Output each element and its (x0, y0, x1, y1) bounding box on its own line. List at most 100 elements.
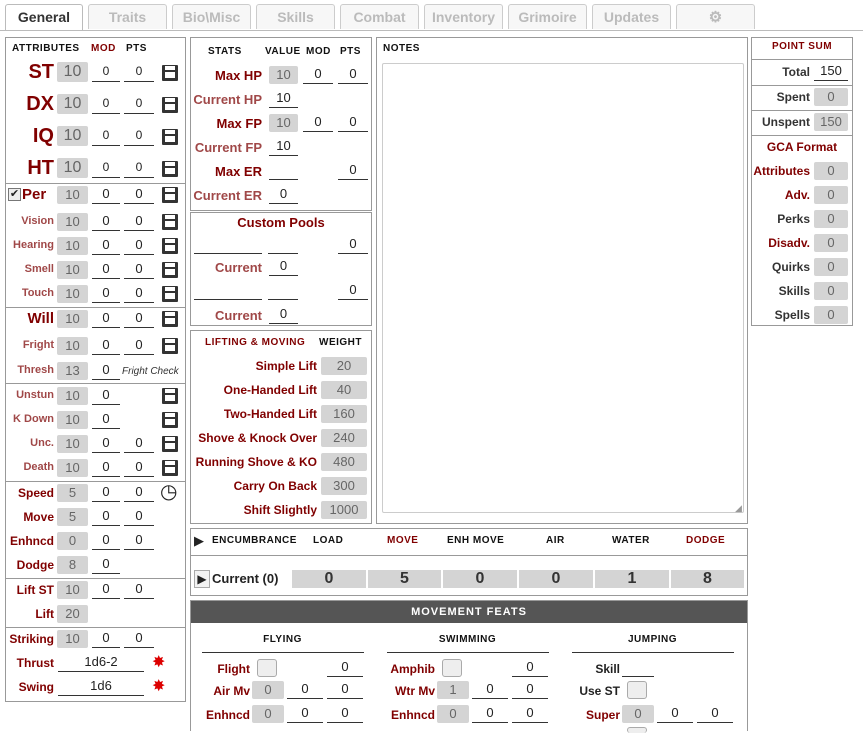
air-mv-mod[interactable]: 0 (287, 681, 323, 699)
tab-combat[interactable]: Combat (340, 4, 419, 29)
pool2-value[interactable] (268, 284, 298, 300)
roll-dice-icon[interactable] (162, 311, 178, 327)
iq-mod[interactable]: 0 (92, 128, 120, 146)
pool1-pts[interactable]: 0 (338, 236, 368, 254)
maxer-pts[interactable]: 0 (338, 162, 368, 180)
speed-mod[interactable]: 0 (92, 484, 120, 502)
wtr-mv-mod[interactable]: 0 (472, 681, 508, 699)
tab-general[interactable]: General (5, 4, 83, 31)
curfp-value[interactable]: 10 (269, 138, 298, 156)
fly-enhncd-pts[interactable]: 0 (327, 705, 363, 723)
speed-pts[interactable]: 0 (124, 484, 154, 502)
roll-dice-icon[interactable] (162, 187, 178, 203)
liftst-pts[interactable]: 0 (124, 581, 154, 599)
maxhp-pts[interactable]: 0 (338, 66, 368, 84)
vision-pts[interactable]: 0 (124, 213, 154, 231)
will-mod[interactable]: 0 (92, 310, 120, 328)
roll-dice-icon[interactable] (162, 65, 178, 81)
dodge-mod[interactable]: 0 (92, 556, 120, 574)
play-arrow-icon[interactable]: ▶ (194, 570, 210, 588)
dx-mod[interactable]: 0 (92, 96, 120, 114)
vision-mod[interactable]: 0 (92, 213, 120, 231)
pool2-current[interactable]: 0 (269, 306, 298, 324)
kdown-mod[interactable]: 0 (92, 411, 120, 429)
striking-mod[interactable]: 0 (92, 630, 120, 648)
dx-pts[interactable]: 0 (124, 96, 154, 114)
super-jump-pts[interactable]: 0 (697, 705, 733, 723)
enhncd-pts[interactable]: 0 (124, 532, 154, 550)
damage-burst-icon[interactable]: ✸ (152, 655, 168, 671)
enhncd-mod[interactable]: 0 (92, 532, 120, 550)
resize-handle-icon[interactable]: ◢ (735, 503, 742, 514)
expand-arrow-icon[interactable]: ▶ (194, 533, 204, 549)
roll-dice-icon[interactable] (162, 388, 178, 404)
hearing-mod[interactable]: 0 (92, 237, 120, 255)
use-st-toggle[interactable] (627, 681, 647, 699)
tab-updates[interactable]: Updates (592, 4, 671, 29)
tab-skills[interactable]: Skills (256, 4, 335, 29)
ht-mod[interactable]: 0 (92, 160, 120, 178)
tab-grimoire[interactable]: Grimoire (508, 4, 587, 29)
iq-pts[interactable]: 0 (124, 128, 154, 146)
roll-dice-icon[interactable] (162, 436, 178, 452)
roll-dice-icon[interactable] (162, 412, 178, 428)
amphib-pts[interactable]: 0 (512, 659, 548, 677)
roll-dice-icon[interactable] (162, 214, 178, 230)
flight-pts[interactable]: 0 (327, 659, 363, 677)
super-jump-mod[interactable]: 0 (657, 705, 693, 723)
st-mod[interactable]: 0 (92, 64, 120, 82)
wtr-mv-pts[interactable]: 0 (512, 681, 548, 699)
touch-mod[interactable]: 0 (92, 285, 120, 303)
pool1-name[interactable] (194, 238, 262, 254)
pool2-pts[interactable]: 0 (338, 282, 368, 300)
roll-dice-icon[interactable] (162, 286, 178, 302)
st-pts[interactable]: 0 (124, 64, 154, 82)
touch-pts[interactable]: 0 (124, 285, 154, 303)
unc-mod[interactable]: 0 (92, 435, 120, 453)
smell-mod[interactable]: 0 (92, 261, 120, 279)
maxfp-mod[interactable]: 0 (303, 114, 333, 132)
move-pts[interactable]: 0 (124, 508, 154, 526)
fly-enhncd-mod[interactable]: 0 (287, 705, 323, 723)
flight-toggle[interactable] (257, 659, 277, 677)
unc-pts[interactable]: 0 (124, 435, 154, 453)
tab-traits[interactable]: Traits (88, 4, 167, 29)
tab-inventory[interactable]: Inventory (424, 4, 503, 29)
roll-dice-icon[interactable] (162, 129, 178, 145)
roll-dice-icon[interactable] (162, 460, 178, 476)
partial-toggle[interactable] (627, 727, 647, 733)
damage-burst-icon[interactable]: ✸ (152, 679, 168, 695)
swim-enhncd-mod[interactable]: 0 (472, 705, 508, 723)
amphib-toggle[interactable] (442, 659, 462, 677)
striking-pts[interactable]: 0 (124, 630, 154, 648)
tab-settings[interactable]: ⚙ (676, 4, 755, 29)
jump-skill-value[interactable] (622, 659, 654, 677)
fright-mod[interactable]: 0 (92, 337, 120, 355)
roll-dice-icon[interactable] (162, 238, 178, 254)
move-mod[interactable]: 0 (92, 508, 120, 526)
death-mod[interactable]: 0 (92, 459, 120, 477)
swim-enhncd-pts[interactable]: 0 (512, 705, 548, 723)
maxfp-pts[interactable]: 0 (338, 114, 368, 132)
maxer-value[interactable] (269, 162, 298, 180)
will-pts[interactable]: 0 (124, 310, 154, 328)
roll-dice-icon[interactable] (162, 161, 178, 177)
pool1-value[interactable] (268, 238, 298, 254)
smell-pts[interactable]: 0 (124, 261, 154, 279)
tab-bio-misc[interactable]: Bio\Misc (172, 4, 251, 29)
fright-check-button[interactable]: Fright Check (122, 366, 179, 377)
pool2-name[interactable] (194, 284, 262, 300)
death-pts[interactable]: 0 (124, 459, 154, 477)
per-pts[interactable]: 0 (124, 186, 154, 204)
unstun-mod[interactable]: 0 (92, 387, 120, 405)
pool1-current[interactable]: 0 (269, 258, 298, 276)
roll-dice-icon[interactable] (162, 262, 178, 278)
ht-pts[interactable]: 0 (124, 160, 154, 178)
notes-textarea[interactable] (382, 63, 744, 513)
roll-dice-icon[interactable] (162, 338, 178, 354)
per-checkbox[interactable]: ✔ (8, 188, 21, 201)
maxhp-mod[interactable]: 0 (303, 66, 333, 84)
clock-icon[interactable]: ◷ (160, 482, 180, 502)
curhp-value[interactable]: 10 (269, 90, 298, 108)
thresh-mod[interactable]: 0 (92, 362, 120, 380)
